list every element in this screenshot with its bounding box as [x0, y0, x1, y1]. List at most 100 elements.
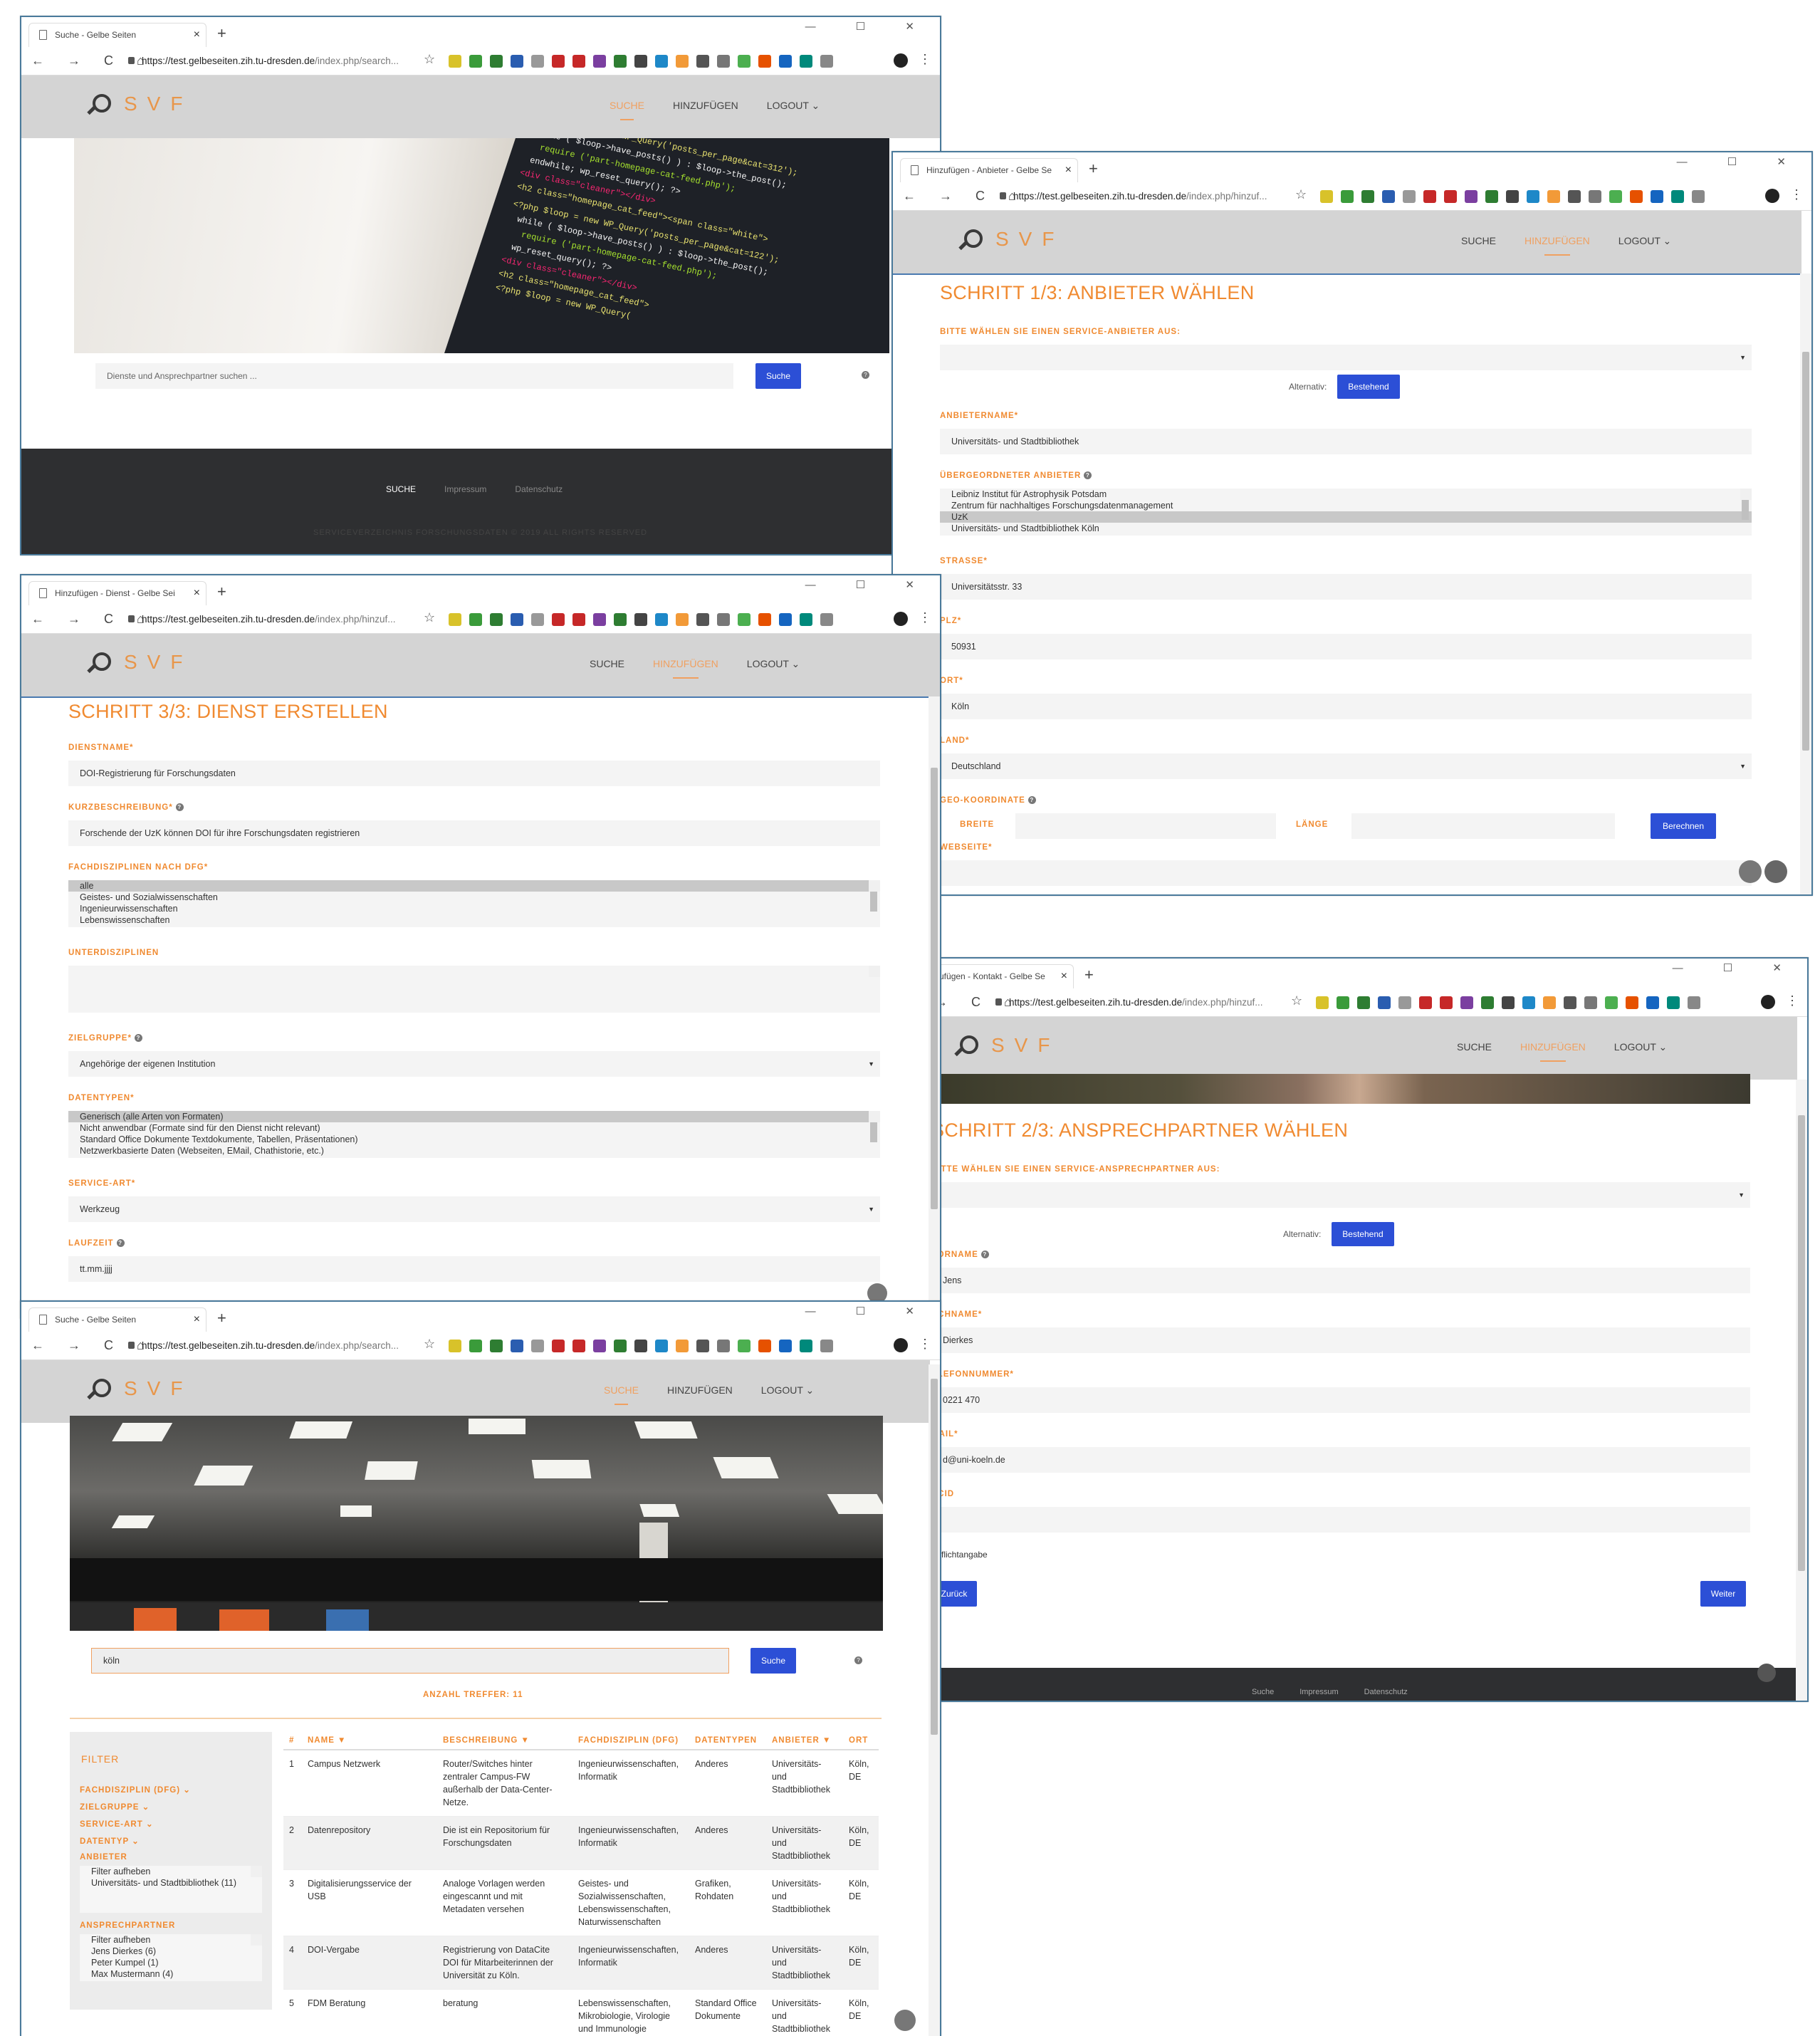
- svf-logo[interactable]: SVF: [953, 1033, 1060, 1058]
- search-input[interactable]: Dienste und Ansprechpartner suchen ...: [95, 363, 733, 389]
- help-icon[interactable]: ?: [854, 1656, 862, 1664]
- tab-close-icon[interactable]: ×: [1065, 164, 1072, 177]
- filter-service-art[interactable]: SERVICE-ART ⌄: [80, 1819, 154, 1829]
- new-tab-button[interactable]: +: [217, 1309, 226, 1327]
- listbox-scrollbar[interactable]: [1740, 489, 1752, 520]
- url-field[interactable]: https://test.gelbeseiten.zih.tu-dresden.…: [128, 611, 395, 628]
- svf-logo[interactable]: SVF: [85, 649, 192, 675]
- weiter-button[interactable]: Weiter: [1700, 1581, 1746, 1607]
- footer-link-datenschutz[interactable]: Datenschutz: [515, 484, 563, 494]
- anbieter-filter-listbox[interactable]: Filter aufheben Universitäts- und Stadtb…: [80, 1866, 262, 1913]
- footer-link-impressum[interactable]: Impressum: [1299, 1688, 1338, 1696]
- profile-avatar[interactable]: [1765, 189, 1779, 203]
- url-field[interactable]: https://test.gelbeseiten.zih.tu-dresden.…: [1000, 188, 1267, 205]
- svf-logo[interactable]: SVF: [85, 1376, 192, 1401]
- help-icon[interactable]: ?: [116, 1239, 125, 1248]
- zielgruppe-select[interactable]: Angehörige der eigenen Institution ▼: [68, 1051, 880, 1077]
- list-item[interactable]: Geistes- und Sozialwissenschaften: [68, 892, 880, 903]
- col-header-beschreibung[interactable]: BESCHREIBUNG ▼: [437, 1732, 572, 1750]
- scroll-top-icon[interactable]: [1764, 860, 1787, 883]
- list-item-selected[interactable]: alle: [68, 880, 880, 892]
- page-scrollbar[interactable]: [1796, 1080, 1807, 1701]
- parent-anbieter-listbox[interactable]: Leibniz Institut für Astrophysik Potsdam…: [940, 489, 1752, 536]
- page-scrollbar[interactable]: [1800, 273, 1811, 894]
- help-icon[interactable]: ?: [862, 371, 869, 379]
- filter-fachdisziplin[interactable]: FACHDISZIPLIN (DFG) ⌄: [80, 1785, 191, 1795]
- datentypen-listbox[interactable]: Generisch (alle Arten von Formaten) Nich…: [68, 1111, 880, 1158]
- browser-tab[interactable]: Suche - Gelbe Seiten ×: [28, 1307, 206, 1332]
- svf-logo[interactable]: SVF: [85, 91, 192, 117]
- list-item[interactable]: Lebenswissenschaften: [68, 914, 880, 926]
- url-field[interactable]: https://test.gelbeseiten.zih.tu-dresden.…: [128, 53, 399, 70]
- col-header-anbieter[interactable]: ANBIETER ▼: [766, 1732, 843, 1750]
- menu-suche[interactable]: SUCHE: [604, 1384, 639, 1405]
- browser-tab[interactable]: Hinzufügen - Dienst - Gelbe Sei ×: [28, 581, 206, 605]
- kurzbeschreibung-input[interactable]: Forschende der UzK können DOI für ihre F…: [68, 820, 880, 846]
- profile-avatar[interactable]: [894, 1338, 908, 1352]
- profile-avatar[interactable]: [894, 612, 908, 626]
- menu-hinzufuegen[interactable]: HINZUFÜGEN: [667, 1384, 733, 1397]
- anbietername-input[interactable]: Universitäts- und Stadtbibliothek: [940, 429, 1752, 454]
- laenge-input[interactable]: [1351, 813, 1615, 839]
- berechnen-button[interactable]: Berechnen: [1651, 813, 1716, 839]
- list-item[interactable]: Standard Office Dokumente Textdokumente,…: [68, 1134, 880, 1145]
- menu-suche[interactable]: SUCHE: [610, 100, 644, 120]
- search-button[interactable]: Suche: [755, 363, 801, 389]
- footer-link-suche[interactable]: SUCHE: [386, 484, 416, 494]
- menu-logout[interactable]: LOGOUT ⌄: [761, 1384, 814, 1397]
- footer-link-suche[interactable]: Suche: [1252, 1688, 1274, 1696]
- help-icon[interactable]: ?: [175, 803, 184, 812]
- listbox-scrollbar[interactable]: [869, 966, 880, 977]
- extension-icons[interactable]: [1316, 996, 1700, 1009]
- url-field[interactable]: https://test.gelbeseiten.zih.tu-dresden.…: [128, 1337, 399, 1354]
- window-controls[interactable]: — ☐ ✕: [805, 1305, 933, 1317]
- table-row[interactable]: 2 Datenrepository Die ist ein Repositorium…: [283, 1816, 879, 1870]
- filter-anbieter[interactable]: ANBIETER: [80, 1853, 127, 1862]
- menu-logout[interactable]: LOGOUT ⌄: [1614, 1041, 1667, 1053]
- menu-kebab-icon[interactable]: ⋮: [919, 1337, 931, 1352]
- list-item[interactable]: Zentrum für nachhaltiges Forschungsdaten…: [940, 500, 1752, 511]
- menu-logout[interactable]: LOGOUT ⌄: [747, 658, 800, 670]
- new-tab-button[interactable]: +: [217, 24, 226, 43]
- list-item[interactable]: Leibniz Institut für Astrophysik Potsdam: [940, 489, 1752, 500]
- menu-hinzufuegen[interactable]: HINZUFÜGEN: [673, 100, 738, 112]
- window-controls[interactable]: — ☐ ✕: [805, 578, 933, 591]
- url-field[interactable]: https://test.gelbeseiten.zih.tu-dresden.…: [995, 994, 1262, 1011]
- filter-datentyp[interactable]: DATENTYP ⌄: [80, 1836, 140, 1846]
- laufzeit-input[interactable]: tt.mm.jjjj: [68, 1256, 880, 1282]
- list-item-selected[interactable]: UzK: [940, 511, 1752, 523]
- list-item-selected[interactable]: Generisch (alle Arten von Formaten): [68, 1111, 880, 1122]
- listbox-scrollbar[interactable]: [869, 880, 880, 912]
- list-item[interactable]: Universitäts- und Stadtbibliothek Köln: [940, 523, 1752, 534]
- list-item[interactable]: Peter Kumpel (1): [80, 1957, 262, 1968]
- listbox-scrollbar[interactable]: [251, 1934, 262, 1946]
- window-controls[interactable]: — ☐ ✕: [805, 20, 933, 33]
- page-scrollbar[interactable]: [929, 1364, 940, 2036]
- tab-close-icon[interactable]: ×: [1061, 970, 1067, 983]
- help-icon[interactable]: ?: [1084, 471, 1092, 480]
- webseite-input[interactable]: [940, 860, 1752, 886]
- svf-logo[interactable]: SVF: [957, 226, 1064, 252]
- fachdisziplinen-listbox[interactable]: alle Geistes- und Sozialwissenschaften I…: [68, 880, 880, 927]
- ansprechpartner-filter-listbox[interactable]: Filter aufheben Jens Dierkes (6) Peter K…: [80, 1934, 262, 1981]
- browser-tab[interactable]: Hinzufügen - Anbieter - Gelbe Se ×: [900, 158, 1078, 182]
- mail-icon[interactable]: [1757, 1664, 1776, 1682]
- tab-close-icon[interactable]: ×: [194, 587, 200, 600]
- new-tab-button[interactable]: +: [1084, 966, 1094, 984]
- menu-suche[interactable]: SUCHE: [590, 658, 624, 670]
- bookmark-star-icon[interactable]: ☆: [1295, 187, 1307, 202]
- list-item[interactable]: Ingenieurwissenschaften: [68, 903, 880, 914]
- footer-link-datenschutz[interactable]: Datenschutz: [1364, 1688, 1408, 1696]
- new-tab-button[interactable]: +: [1089, 160, 1098, 178]
- window-controls[interactable]: — ☐ ✕: [1673, 961, 1800, 974]
- mail-icon[interactable]: [1739, 860, 1762, 883]
- menu-logout[interactable]: LOGOUT ⌄: [1618, 235, 1671, 247]
- filter-zielgruppe[interactable]: ZIELGRUPPE ⌄: [80, 1802, 150, 1812]
- menu-hinzufuegen[interactable]: HINZUFÜGEN: [1524, 235, 1590, 256]
- extension-icons[interactable]: [449, 55, 833, 68]
- help-icon[interactable]: ?: [980, 1251, 989, 1259]
- menu-hinzufuegen[interactable]: HINZUFÜGEN: [1520, 1041, 1586, 1062]
- bookmark-star-icon[interactable]: ☆: [424, 610, 435, 625]
- vorname-input[interactable]: Jens: [931, 1268, 1750, 1293]
- email-input[interactable]: d@uni-koeln.de: [931, 1447, 1750, 1473]
